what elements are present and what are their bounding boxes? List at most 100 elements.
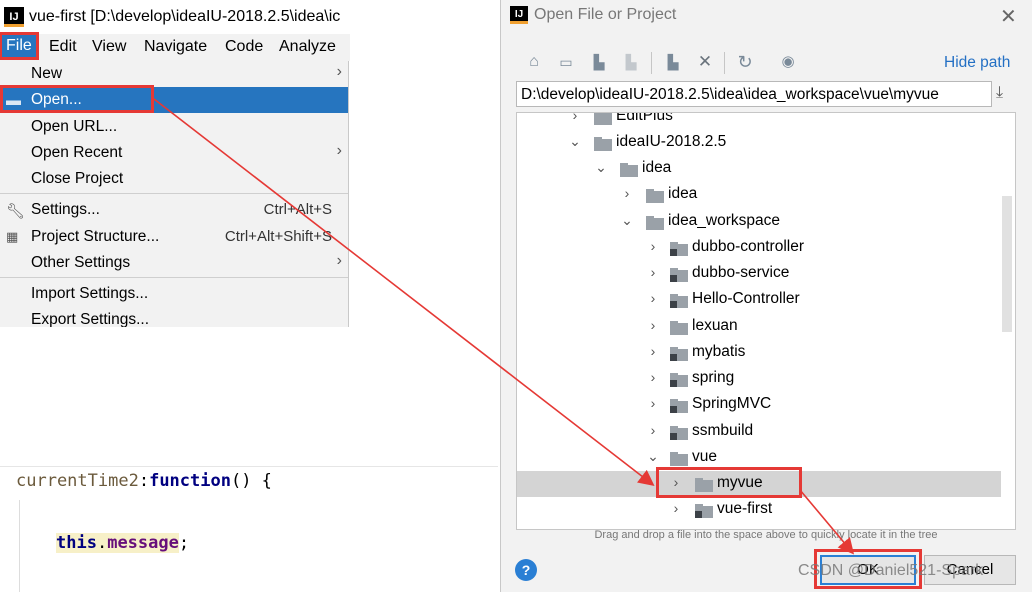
- show-hidden-icon[interactable]: ◉: [777, 52, 799, 72]
- tree-item-vue-first[interactable]: › vue-first: [517, 497, 1001, 523]
- folder-icon: [594, 113, 612, 125]
- help-icon[interactable]: ?: [515, 559, 537, 581]
- tree-scrollbar[interactable]: [1002, 196, 1012, 332]
- menu-item-close-project[interactable]: Close Project: [0, 166, 348, 192]
- menu-edit[interactable]: Edit: [49, 38, 77, 56]
- wrench-icon: 🔧︎: [6, 203, 26, 220]
- menu-item-export-settings[interactable]: Export Settings...: [0, 307, 348, 327]
- code-keyword: function: [149, 471, 231, 491]
- menu-item-label: Other Settings: [31, 254, 131, 271]
- tree-item-hello-controller[interactable]: › Hello-Controller: [517, 287, 1001, 313]
- menu-item-settings[interactable]: 🔧︎ Settings... Ctrl+Alt+S: [0, 197, 348, 223]
- tree-item-label: Hello-Controller: [692, 290, 800, 307]
- menubar: File Edit View Navigate Code Analyze: [0, 32, 350, 61]
- tree-item-idea-child[interactable]: › idea: [517, 182, 1001, 208]
- tree-item-lexuan[interactable]: › lexuan: [517, 314, 1001, 340]
- chevron-right-icon[interactable]: ›: [646, 343, 660, 359]
- tree-item-label: EditPlus: [616, 112, 673, 124]
- folder-icon: [620, 163, 638, 177]
- menu-item-label: Import Settings...: [31, 285, 149, 302]
- intellij-logo-icon: IJ: [4, 7, 24, 27]
- module-folder-icon[interactable]: ▙: [620, 52, 642, 72]
- menu-item-project-structure[interactable]: ▦ Project Structure... Ctrl+Alt+Shift+S: [0, 224, 348, 250]
- chevron-right-icon[interactable]: ›: [646, 317, 660, 333]
- tree-item-label: idea: [642, 159, 672, 176]
- tree-item-idea-workspace[interactable]: ⌄ idea_workspace: [517, 209, 1001, 235]
- code-line-2: this.message;: [56, 533, 189, 553]
- chevron-right-icon[interactable]: ›: [646, 290, 660, 306]
- tree-item-spring[interactable]: › spring: [517, 366, 1001, 392]
- menu-item-open-url[interactable]: Open URL...: [0, 114, 348, 140]
- close-icon[interactable]: ✕: [1000, 4, 1017, 29]
- delete-icon[interactable]: ✕: [694, 52, 716, 72]
- submenu-arrow-icon: ›: [336, 142, 342, 159]
- tree-item-dubbo-service[interactable]: › dubbo-service: [517, 261, 1001, 287]
- menu-separator: [0, 277, 348, 278]
- intellij-logo-icon: IJ: [510, 6, 528, 24]
- menu-item-other-settings[interactable]: Other Settings ›: [0, 250, 348, 276]
- open-annotation-box: [0, 85, 154, 113]
- tree-item-ideaiu[interactable]: ⌄ ideaIU-2018.2.5: [517, 130, 1001, 156]
- chevron-right-icon[interactable]: ›: [669, 500, 683, 516]
- ide-window-title: vue-first [D:\develop\ideaIU-2018.2.5\id…: [29, 8, 341, 25]
- home-icon[interactable]: ⌂: [523, 52, 545, 72]
- tree-item-idea-parent[interactable]: ⌄ idea: [517, 156, 1001, 182]
- menu-item-label: Settings...: [31, 201, 100, 218]
- tree-item-label: mybatis: [692, 343, 746, 360]
- tree-item-label: dubbo-service: [692, 264, 790, 281]
- tree-item-editplus[interactable]: › EditPlus: [517, 112, 1001, 130]
- menu-item-new[interactable]: New ›: [0, 61, 348, 87]
- chevron-down-icon[interactable]: ⌄: [594, 159, 608, 176]
- tree-item-ssmbuild[interactable]: › ssmbuild: [517, 419, 1001, 445]
- toolbar-separator: [724, 52, 725, 74]
- desktop-icon[interactable]: ▭: [555, 52, 577, 72]
- chevron-down-icon[interactable]: ⌄: [646, 448, 660, 465]
- tree-item-springmvc[interactable]: › SpringMVC: [517, 392, 1001, 418]
- menu-view[interactable]: View: [92, 38, 126, 56]
- module-folder-icon: [695, 504, 713, 518]
- folder-icon: [646, 216, 664, 230]
- hide-path-link[interactable]: Hide path: [944, 54, 1010, 72]
- menu-item-import-settings[interactable]: Import Settings...: [0, 281, 348, 307]
- project-structure-icon: ▦: [6, 229, 19, 244]
- chevron-right-icon[interactable]: ›: [620, 185, 634, 201]
- watermark: CSDN @Daniel521-Spark: [798, 562, 984, 579]
- tree-item-label: SpringMVC: [692, 395, 772, 412]
- tree-item-dubbo-controller[interactable]: › dubbo-controller: [517, 235, 1001, 261]
- download-icon[interactable]: ⤓: [996, 84, 1003, 102]
- menu-item-open-recent[interactable]: Open Recent ›: [0, 140, 348, 166]
- folder-icon: [594, 137, 612, 151]
- menu-item-label: New: [31, 65, 63, 82]
- new-folder-icon[interactable]: ▙: [662, 52, 684, 72]
- chevron-right-icon[interactable]: ›: [646, 369, 660, 385]
- folder-icon: [646, 189, 664, 203]
- menu-navigate[interactable]: Navigate: [144, 38, 207, 56]
- menu-item-label: Close Project: [31, 170, 124, 187]
- chevron-down-icon[interactable]: ⌄: [620, 212, 634, 229]
- code-colon: :: [138, 471, 150, 491]
- project-folder-icon[interactable]: ▙: [588, 52, 610, 72]
- menu-item-label: Export Settings...: [31, 311, 150, 327]
- menu-item-label: Project Structure...: [31, 228, 160, 245]
- menu-item-label: Open Recent: [31, 144, 123, 161]
- menu-item-label: Open URL...: [31, 118, 118, 135]
- path-input[interactable]: D:\develop\ideaIU-2018.2.5\idea\idea_wor…: [516, 81, 992, 107]
- dialog-title: Open File or Project: [534, 6, 677, 23]
- drag-drop-hint: Drag and drop a file into the space abov…: [594, 529, 938, 541]
- tree-item-mybatis[interactable]: › mybatis: [517, 340, 1001, 366]
- refresh-icon[interactable]: ↻: [734, 52, 756, 72]
- chevron-right-icon[interactable]: ›: [646, 238, 660, 254]
- chevron-right-icon[interactable]: ›: [568, 113, 582, 123]
- module-folder-icon: [670, 347, 688, 361]
- chevron-right-icon[interactable]: ›: [646, 395, 660, 411]
- chevron-right-icon[interactable]: ›: [646, 264, 660, 280]
- menu-analyze[interactable]: Analyze: [279, 38, 336, 56]
- shortcut-label: Ctrl+Alt+S: [263, 201, 332, 218]
- module-folder-icon: [670, 373, 688, 387]
- tree-item-label: ssmbuild: [692, 422, 754, 439]
- chevron-right-icon[interactable]: ›: [646, 422, 660, 438]
- menu-file[interactable]: File: [0, 32, 39, 60]
- code-prop: message: [107, 533, 179, 553]
- chevron-down-icon[interactable]: ⌄: [568, 133, 582, 150]
- menu-code[interactable]: Code: [225, 38, 263, 56]
